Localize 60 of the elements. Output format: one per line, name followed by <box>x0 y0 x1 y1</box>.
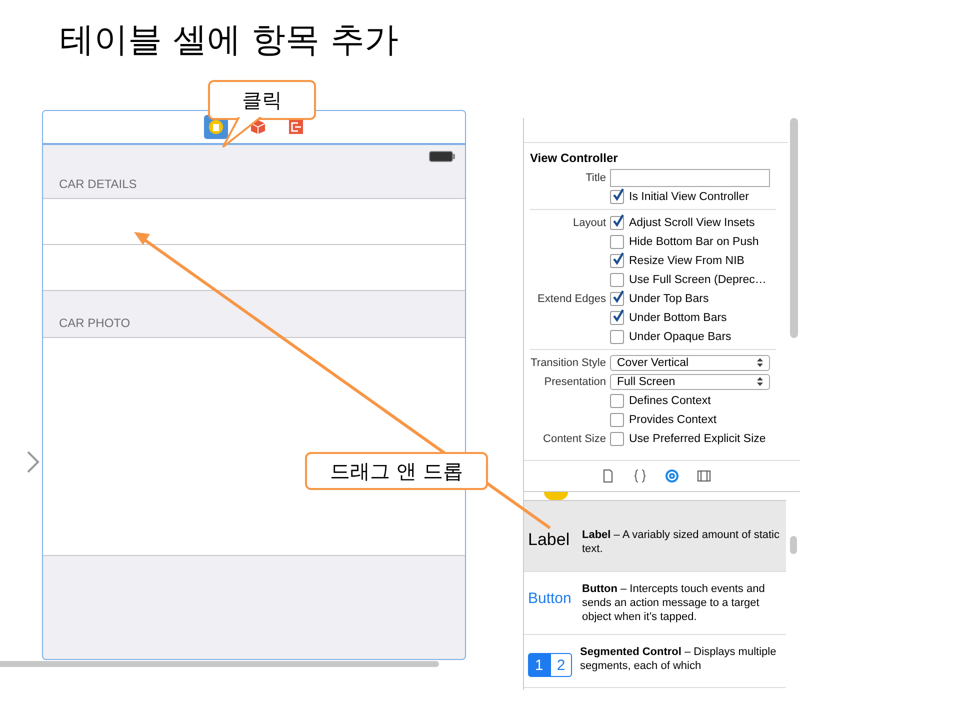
checkbox-label: Hide Bottom Bar on Push <box>629 236 759 248</box>
field-label: Transition Style <box>530 356 607 368</box>
scrollbar[interactable] <box>790 536 797 554</box>
checkbox[interactable] <box>610 272 624 286</box>
checkbox-label: Use Preferred Explicit Size <box>629 432 766 444</box>
group-label: Content Size <box>543 432 606 444</box>
file-icon[interactable] <box>601 469 615 483</box>
field-label: Presentation <box>543 376 607 388</box>
checkbox[interactable] <box>610 234 624 248</box>
segmented-control-preview: 1 2 <box>528 653 574 677</box>
checkbox[interactable] <box>610 432 624 446</box>
dropdown[interactable]: Cover Vertical <box>610 354 770 370</box>
group-label: Layout <box>572 216 606 228</box>
chevron-right-icon <box>26 450 40 474</box>
dropdown[interactable]: Full Screen <box>610 374 770 390</box>
label-preview: Label <box>528 530 571 550</box>
scrollbar[interactable] <box>0 661 439 667</box>
checkbox-label: Provides Context <box>629 414 717 426</box>
checkbox-label: Is Initial View Controller <box>629 190 749 202</box>
table-cell[interactable] <box>43 245 465 291</box>
checkbox-label: Under Top Bars <box>629 292 709 304</box>
item-description: Segmented Control – Displays multiple segments, each of which <box>580 645 778 673</box>
checkbox-label: Under Opaque Bars <box>629 330 732 342</box>
object-library-icon[interactable] <box>665 469 679 483</box>
item-description: Label – A variably sized amount of static text. <box>582 528 780 556</box>
section-header: CAR DETAILS <box>59 177 137 191</box>
exit-icon[interactable] <box>288 119 304 135</box>
checkbox[interactable] <box>610 412 624 426</box>
slide-title: 테이블 셀에 항목 추가 <box>59 19 400 60</box>
checkbox[interactable] <box>610 310 624 324</box>
item-description: Button – Intercepts touch events and sends an action message to a target object when it’s tapped. <box>582 582 766 624</box>
checkbox[interactable] <box>610 330 624 344</box>
checkbox-label: Under Bottom Bars <box>629 312 727 324</box>
checkbox-label: Resize View From NIB <box>629 254 744 266</box>
checkbox[interactable] <box>610 394 624 408</box>
library-item[interactable]: 1 2 Segmented Control – Displays multiple segments, each of which <box>524 635 786 688</box>
stepper-arrows-icon <box>757 377 763 386</box>
library-item[interactable]: Button Button – Intercepts touch events and sends an action message to a target object when it’s tapped. <box>524 572 786 635</box>
table-cell[interactable] <box>43 338 465 556</box>
section-header: CAR PHOTO <box>59 316 130 330</box>
field-label: Title <box>584 172 607 184</box>
battery-icon <box>429 150 455 162</box>
braces-icon[interactable] <box>633 469 647 483</box>
checkbox-label: Defines Context <box>629 394 711 406</box>
checkbox-label: Use Full Screen (Deprec… <box>629 274 766 286</box>
film-icon[interactable] <box>697 469 711 483</box>
group-label: Extend Edges <box>538 292 606 304</box>
title-field[interactable] <box>610 168 770 186</box>
scrollbar[interactable] <box>790 118 798 338</box>
checkbox[interactable] <box>610 190 624 204</box>
checkbox[interactable] <box>610 254 624 268</box>
section-title: View Controller <box>529 150 619 167</box>
library-item[interactable]: Label Label – A variably sized amount of static text. <box>524 501 786 572</box>
checkbox[interactable] <box>610 216 624 230</box>
stepper-arrows-icon <box>757 358 763 367</box>
callout: 드래그 앤 드롭 <box>305 452 488 490</box>
checkbox-label: Adjust Scroll View Insets <box>629 216 755 228</box>
checkbox[interactable] <box>610 292 624 306</box>
button-preview: Button <box>528 590 572 607</box>
table-cell[interactable] <box>43 199 465 245</box>
